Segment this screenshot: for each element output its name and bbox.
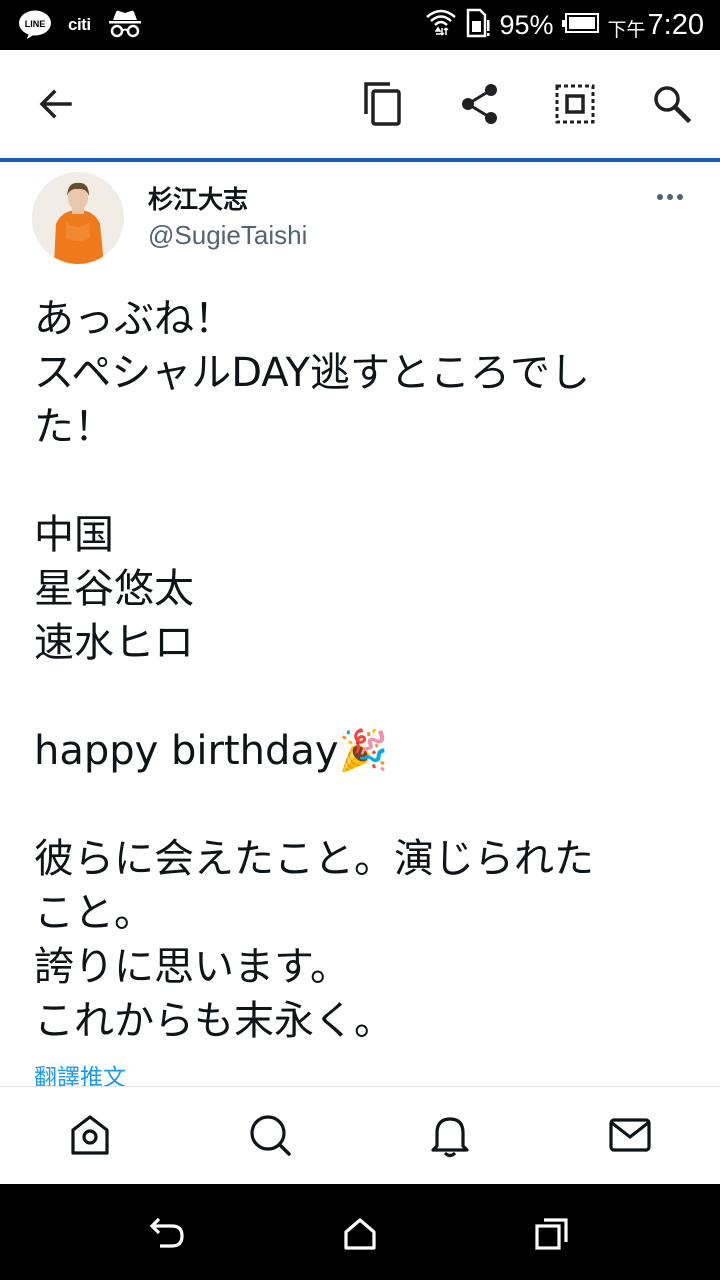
home-icon[interactable] xyxy=(340,1214,380,1254)
citi-icon: citi xyxy=(68,15,91,34)
tweet-line: 彼らに会えたこと。演じられた xyxy=(34,836,594,882)
status-left: LINE citi xyxy=(18,8,143,42)
toolbar-divider xyxy=(0,158,720,162)
clock-ampm: 下午 xyxy=(607,18,646,41)
tweet-line: 速水ヒロ xyxy=(34,620,194,666)
line-icon: LINE xyxy=(18,10,52,40)
notifications-icon[interactable] xyxy=(426,1111,474,1159)
tweet-line xyxy=(34,670,674,724)
clock-time: 7:20 xyxy=(647,8,704,41)
messages-icon[interactable] xyxy=(606,1111,654,1159)
tweet-line: happy birthday🎉 xyxy=(34,728,389,774)
back-icon[interactable] xyxy=(147,1214,187,1254)
recents-icon[interactable] xyxy=(532,1214,572,1254)
top-toolbar xyxy=(0,50,720,158)
back-arrow-icon[interactable] xyxy=(32,80,80,128)
more-options-icon[interactable] xyxy=(650,184,690,210)
system-nav-bar xyxy=(0,1184,720,1280)
battery-icon xyxy=(561,12,600,38)
search-icon[interactable] xyxy=(648,80,696,128)
status-right: 95% 下午 7:20 xyxy=(425,6,704,44)
more-dot xyxy=(667,194,673,200)
display-name[interactable]: 杉江大志 xyxy=(148,180,248,216)
tweet-line: スペシャルDAY逃すところでし xyxy=(34,350,590,396)
tweet-line: あっぶね！ xyxy=(34,296,234,342)
battery-percent: 95% xyxy=(499,9,554,40)
tweet-line: 誇りに思います。 xyxy=(34,944,350,990)
tweet-line: 星谷悠太 xyxy=(34,566,194,612)
share-icon[interactable] xyxy=(456,80,504,128)
bottom-nav xyxy=(0,1086,720,1184)
user-handle[interactable]: @SugieTaishi xyxy=(148,220,307,251)
tweet-text: あっぶね！ スペシャルDAY逃すところでし た！ 中国 星谷悠太 速水ヒロ ha… xyxy=(34,292,674,1048)
tweet-line xyxy=(34,454,674,508)
tweet-line: た！ xyxy=(34,404,114,450)
tweet-line: こと。 xyxy=(34,890,154,936)
screenshot-icon[interactable] xyxy=(551,80,599,128)
copy-icon[interactable] xyxy=(358,80,406,128)
tweet-line: これからも末永く。 xyxy=(34,998,394,1044)
line-label: LINE xyxy=(25,19,46,29)
tweet-line xyxy=(34,778,674,832)
incognito-icon xyxy=(107,8,143,42)
avatar[interactable] xyxy=(32,172,124,264)
wifi-icon xyxy=(425,7,457,43)
more-dot xyxy=(657,194,663,200)
status-bar: LINE citi 95% 下午 7:20 xyxy=(0,0,720,50)
tweet-line: 中国 xyxy=(34,512,114,558)
more-dot xyxy=(677,194,683,200)
sim-icon xyxy=(465,8,491,42)
home-icon[interactable] xyxy=(66,1111,114,1159)
search-icon[interactable] xyxy=(246,1111,294,1159)
